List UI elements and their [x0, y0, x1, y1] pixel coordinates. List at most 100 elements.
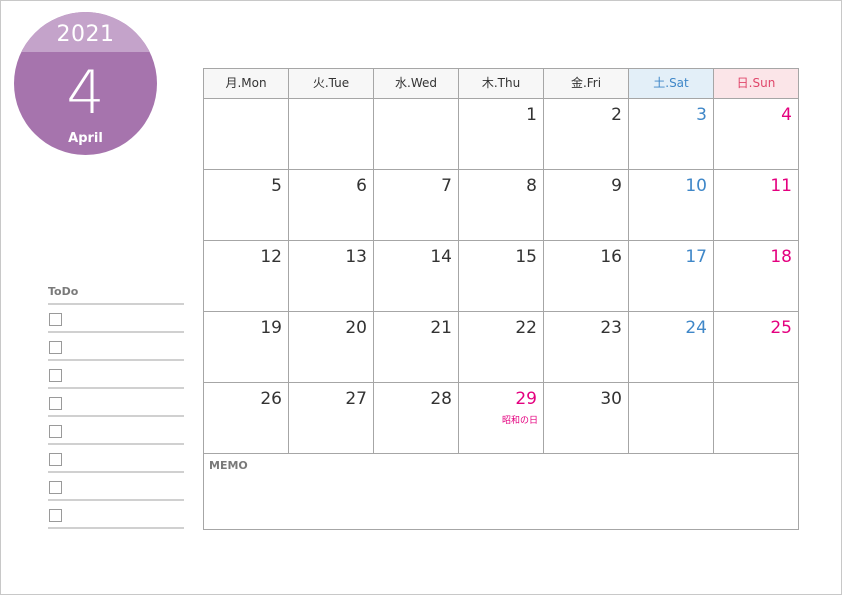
todo-checkbox[interactable]: [49, 453, 62, 466]
day-cell[interactable]: 13: [289, 241, 374, 311]
todo-checkbox[interactable]: [49, 341, 62, 354]
todo-item: [48, 333, 184, 361]
day-cell[interactable]: 26: [204, 383, 289, 453]
day-cell[interactable]: 2: [544, 99, 629, 169]
day-number: 9: [611, 176, 622, 196]
day-number: 25: [770, 318, 792, 338]
day-number: 6: [356, 176, 367, 196]
day-number: 14: [430, 247, 452, 267]
day-number: 3: [696, 105, 707, 125]
weekday-header-cell: 水.Wed: [374, 69, 459, 98]
empty-day-cell[interactable]: [204, 99, 289, 169]
weekday-header-cell: 土.Sat: [629, 69, 714, 98]
todo-item: [48, 445, 184, 473]
day-number: 13: [345, 247, 367, 267]
day-number: 28: [430, 389, 452, 409]
todo-checkbox[interactable]: [49, 481, 62, 494]
day-cell[interactable]: 19: [204, 312, 289, 382]
day-number: 22: [515, 318, 537, 338]
empty-day-cell[interactable]: [374, 99, 459, 169]
day-cell[interactable]: 6: [289, 170, 374, 240]
day-cell[interactable]: 3: [629, 99, 714, 169]
todo-item: [48, 501, 184, 529]
todo-item: [48, 361, 184, 389]
day-number: 23: [600, 318, 622, 338]
weekday-header-cell: 月.Mon: [204, 69, 289, 98]
day-cell[interactable]: 23: [544, 312, 629, 382]
calendar-week-row: 26 27 28 29 昭和の日 30: [204, 383, 798, 454]
todo-item: [48, 473, 184, 501]
day-cell[interactable]: 8: [459, 170, 544, 240]
calendar-grid: 月.Mon 火.Tue 水.Wed 木.Thu 金.Fri 土.Sat 日.Sun 1234…: [203, 68, 799, 530]
calendar-body: 1 2 3 4 5 6 7 8 9 10 11 12 13 14 15 16 17 18 19 20 21 22 23 24 2…: [203, 98, 799, 530]
day-cell[interactable]: 29 昭和の日: [459, 383, 544, 453]
todo-checkbox[interactable]: [49, 509, 62, 522]
day-cell[interactable]: 21: [374, 312, 459, 382]
calendar-week-row: 12 13 14 15 16 17 18: [204, 241, 798, 312]
calendar-page: 2021 4 April ToDo 月.Mon 火.Tue 水.Wed 木.Thu 金.…: [0, 0, 842, 595]
month-name: April: [68, 131, 103, 146]
day-cell[interactable]: 16: [544, 241, 629, 311]
day-number: 19: [260, 318, 282, 338]
day-cell[interactable]: 18: [714, 241, 798, 311]
day-number: 12: [260, 247, 282, 267]
day-number: 29: [515, 389, 537, 409]
day-cell[interactable]: 27: [289, 383, 374, 453]
day-cell[interactable]: 30: [544, 383, 629, 453]
calendar-week-row: 5 6 7 8 9 10 11: [204, 170, 798, 241]
month-number: 4: [66, 58, 105, 128]
day-number: 17: [685, 247, 707, 267]
day-cell[interactable]: 7: [374, 170, 459, 240]
memo-label: MEMO: [209, 459, 248, 472]
day-number: 2: [611, 105, 622, 125]
day-cell[interactable]: 17: [629, 241, 714, 311]
todo-checkbox[interactable]: [49, 397, 62, 410]
day-number: 30: [600, 389, 622, 409]
day-number: 21: [430, 318, 452, 338]
day-cell[interactable]: 25: [714, 312, 798, 382]
day-number: 15: [515, 247, 537, 267]
todo-checkbox[interactable]: [49, 425, 62, 438]
day-number: 11: [770, 176, 792, 196]
day-cell[interactable]: 28: [374, 383, 459, 453]
day-number: 4: [781, 105, 792, 125]
day-number: 20: [345, 318, 367, 338]
weekday-header-cell: 火.Tue: [289, 69, 374, 98]
weekday-header-cell: 日.Sun: [714, 69, 798, 98]
day-number: 10: [685, 176, 707, 196]
day-cell[interactable]: 15: [459, 241, 544, 311]
todo-list: ToDo: [48, 283, 184, 529]
calendar-week-row: 1 2 3 4: [204, 99, 798, 170]
day-cell[interactable]: 11: [714, 170, 798, 240]
todo-checkbox[interactable]: [49, 369, 62, 382]
todo-item: [48, 417, 184, 445]
day-cell[interactable]: 20: [289, 312, 374, 382]
empty-day-cell[interactable]: [714, 383, 798, 453]
memo-area[interactable]: MEMO: [204, 454, 798, 529]
day-number: 27: [345, 389, 367, 409]
day-cell[interactable]: 14: [374, 241, 459, 311]
weekday-header-cell: 金.Fri: [544, 69, 629, 98]
empty-day-cell[interactable]: [629, 383, 714, 453]
day-number: 1: [526, 105, 537, 125]
day-cell[interactable]: 10: [629, 170, 714, 240]
day-cell[interactable]: 4: [714, 99, 798, 169]
day-cell[interactable]: 5: [204, 170, 289, 240]
day-number: 24: [685, 318, 707, 338]
day-number: 7: [441, 176, 452, 196]
day-number: 5: [271, 176, 282, 196]
todo-checkbox[interactable]: [49, 313, 62, 326]
day-number: 26: [260, 389, 282, 409]
todo-item: [48, 389, 184, 417]
todo-title: ToDo: [48, 283, 184, 305]
day-cell[interactable]: 12: [204, 241, 289, 311]
day-cell[interactable]: 9: [544, 170, 629, 240]
weekday-header-cell: 木.Thu: [459, 69, 544, 98]
holiday-label: 昭和の日: [501, 416, 538, 426]
day-number: 8: [526, 176, 537, 196]
day-cell[interactable]: 24: [629, 312, 714, 382]
empty-day-cell[interactable]: [289, 99, 374, 169]
day-cell[interactable]: 1: [459, 99, 544, 169]
day-cell[interactable]: 22: [459, 312, 544, 382]
day-number: 16: [600, 247, 622, 267]
